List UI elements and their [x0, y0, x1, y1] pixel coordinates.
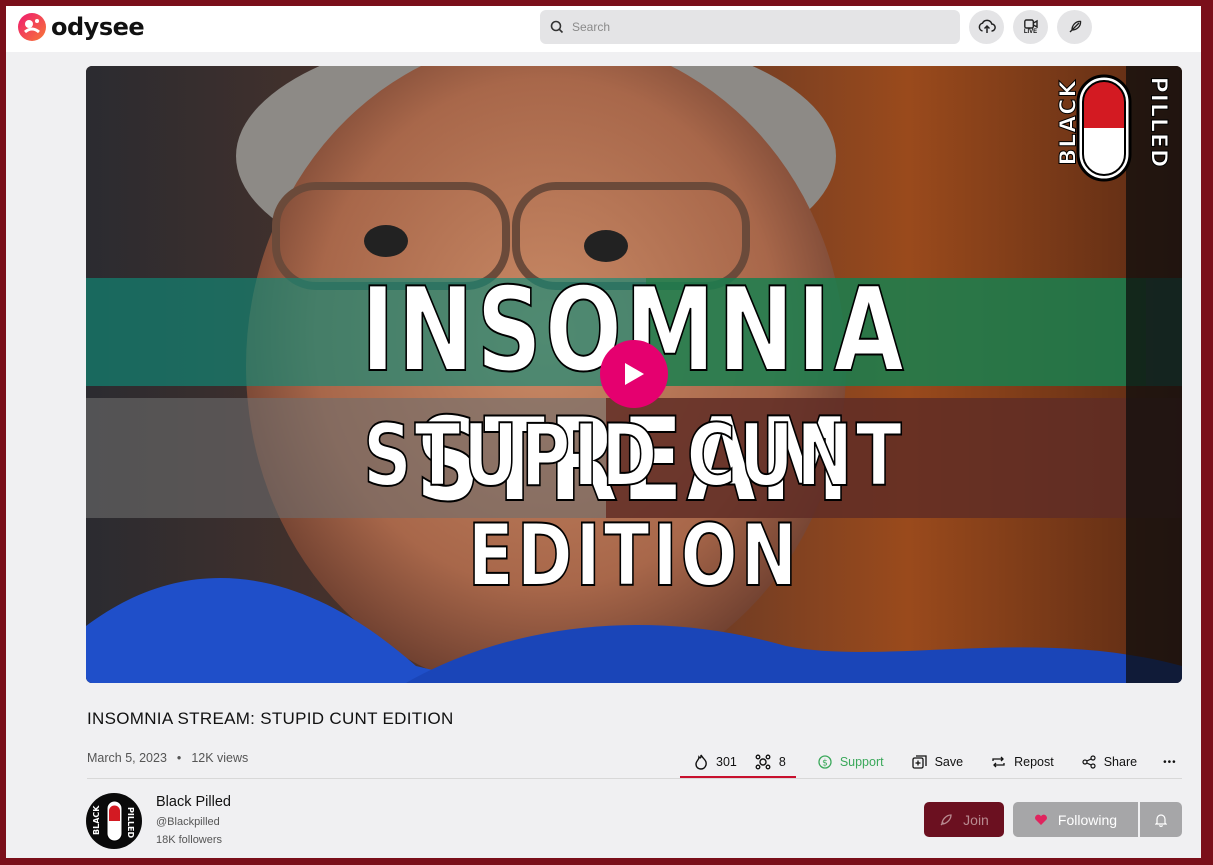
repost-label: Repost: [1014, 755, 1054, 769]
divider: [87, 778, 1182, 779]
odysee-logo-icon: [18, 13, 46, 41]
support-label: Support: [839, 755, 884, 769]
thumbnail-title-line2: STUPID CUNT EDITION: [362, 405, 905, 607]
playlist-add-icon: [911, 754, 927, 769]
share-label: Share: [1103, 755, 1138, 769]
dollar-icon: $: [818, 755, 832, 769]
action-bar: 301 8 $ Support Save Repost Share •••: [680, 746, 1185, 778]
brand-text-pilled: PILLED: [1145, 76, 1171, 169]
search-icon: [550, 20, 564, 34]
avatar-text-pilled: PILLED: [126, 807, 135, 839]
slime-reaction-button[interactable]: 8: [751, 746, 800, 778]
share-button[interactable]: Share: [1068, 746, 1151, 778]
fire-count: 301: [716, 755, 737, 769]
live-label: LIVE: [1023, 28, 1038, 35]
svg-text:$: $: [822, 759, 828, 769]
join-button[interactable]: Join: [924, 802, 1004, 837]
app-window: odysee LIVE: [6, 6, 1201, 858]
upload-button[interactable]: [969, 10, 1004, 44]
save-button[interactable]: Save: [898, 746, 978, 778]
top-header: odysee LIVE: [6, 6, 1201, 52]
video-title: INSOMNIA STREAM: STUPID CUNT EDITION: [87, 709, 454, 728]
play-button[interactable]: [600, 340, 668, 408]
logo-text: odysee: [51, 13, 145, 41]
channel-avatar[interactable]: BLACK PILLED: [86, 793, 142, 849]
heart-icon: [1034, 814, 1047, 825]
search-input[interactable]: [572, 20, 952, 34]
meta-separator: •: [176, 751, 182, 765]
join-label: Join: [963, 811, 989, 828]
upload-icon: [978, 19, 996, 33]
channel-handle[interactable]: @Blackpilled: [156, 816, 220, 828]
channel-name[interactable]: Black Pilled: [156, 794, 231, 810]
go-live-button[interactable]: LIVE: [1013, 10, 1048, 44]
slime-icon: [755, 754, 771, 770]
repost-icon: [992, 756, 1005, 768]
search-bar[interactable]: [540, 10, 960, 44]
save-label: Save: [934, 755, 964, 769]
following-label: Following: [1057, 811, 1118, 828]
pill-icon: BLACK PILLED: [92, 800, 135, 842]
bell-icon: [1155, 813, 1167, 827]
video-player[interactable]: INSOMNIA STREAM STUPID CUNT EDITION BLAC…: [86, 66, 1182, 683]
notifications-button[interactable]: [1140, 802, 1182, 837]
repost-button[interactable]: Repost: [977, 746, 1068, 778]
follower-count: 18K followers: [156, 834, 223, 846]
avatar-text-black: BLACK: [92, 805, 101, 835]
go-live-icon: [1023, 18, 1038, 29]
more-options-button[interactable]: •••: [1151, 746, 1185, 778]
following-button[interactable]: Following: [1013, 802, 1138, 837]
view-count: 12K views: [191, 751, 249, 765]
rocket-icon: [940, 813, 952, 825]
fire-reaction-button[interactable]: 301: [680, 746, 751, 778]
play-icon: [625, 363, 644, 385]
publish-post-button[interactable]: [1057, 10, 1092, 44]
feather-icon: [1069, 20, 1081, 33]
video-meta: March 5, 2023 • 12K views: [87, 751, 248, 765]
fire-icon: [695, 754, 707, 770]
support-button[interactable]: $ Support: [800, 746, 898, 778]
odysee-logo[interactable]: odysee: [17, 11, 145, 43]
slime-count: 8: [778, 755, 786, 769]
black-pilled-watermark: BLACK PILLED: [1036, 72, 1171, 184]
more-options-icon: •••: [1163, 756, 1177, 768]
share-icon: [1082, 755, 1096, 769]
brand-text-black: BLACK: [1056, 79, 1082, 166]
publish-date: March 5, 2023: [87, 751, 167, 765]
